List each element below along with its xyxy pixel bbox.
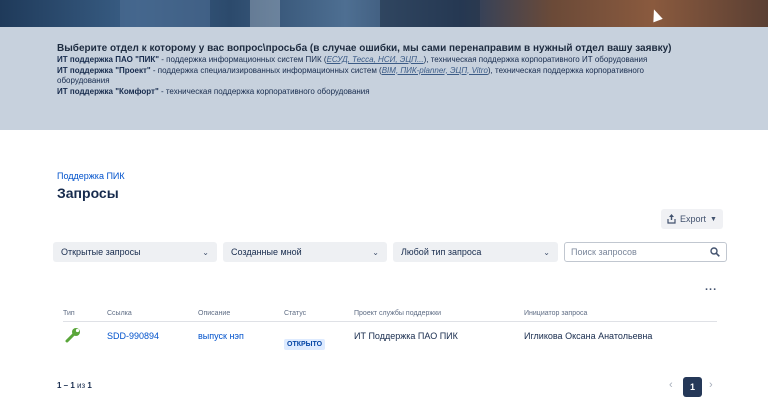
col-status: Статус (284, 310, 307, 317)
table-header: Тип Ссылка Описание Статус Проект службы… (63, 307, 717, 322)
creator-filter-value: Созданные мной (231, 247, 302, 257)
page-title: Запросы (57, 185, 119, 201)
search-input[interactable]: Поиск запросов (564, 242, 727, 262)
info-line-pik: ИТ поддержка ПАО "ПИК" - поддержка инфор… (57, 55, 648, 64)
creator-filter-select[interactable]: Созданные мной ⌄ (223, 242, 387, 262)
chevron-left-icon[interactable]: ‹ (669, 379, 673, 391)
info-line-comfort: ИТ поддержка "Комфорт" - техническая под… (57, 86, 370, 96)
request-description[interactable]: выпуск нэп (198, 331, 244, 341)
request-link[interactable]: SDD-990894 (107, 331, 159, 341)
col-initiator[interactable]: Инициатор запроса (524, 310, 587, 317)
type-filter-value: Любой тип запроса (401, 247, 482, 257)
search-placeholder: Поиск запросов (571, 247, 637, 257)
chevron-down-icon: ▼ (710, 215, 717, 223)
search-icon (710, 247, 720, 257)
col-type: Тип (63, 310, 75, 317)
col-ref[interactable]: Ссылка (107, 310, 132, 317)
status-filter-select[interactable]: Открытые запросы ⌄ (53, 242, 217, 262)
department-info-panel: Выберите отдел к которому у вас вопрос\п… (0, 27, 768, 130)
breadcrumb[interactable]: Поддержка ПИК (57, 171, 125, 181)
col-project: Проект службы поддержки (354, 310, 442, 317)
type-filter-select[interactable]: Любой тип запроса ⌄ (393, 242, 558, 262)
pagination-summary: 1 – 1 из 1 (57, 381, 92, 390)
info-line-project: ИТ поддержка "Проект" - поддержка специа… (57, 65, 645, 86)
export-button[interactable]: Export ▼ (661, 209, 723, 229)
page-button-current[interactable]: 1 (683, 377, 702, 397)
project-cell: ИТ Поддержка ПАО ПИК (354, 331, 458, 341)
more-options-button[interactable]: ... (705, 281, 717, 293)
chevron-right-icon[interactable]: › (709, 379, 713, 391)
table-row[interactable]: SDD-990894 выпуск нэп ОТКРЫТО ИТ Поддерж… (63, 322, 717, 350)
wrench-icon (65, 328, 80, 343)
chevron-down-icon: ⌄ (543, 247, 550, 257)
status-filter-value: Открытые запросы (61, 247, 141, 257)
chevron-down-icon: ⌄ (202, 247, 209, 257)
info-link-project[interactable]: BIM, ПИК-planner, ЭЦП, Vitro (382, 66, 488, 75)
export-label: Export (680, 214, 707, 224)
share-icon (667, 214, 676, 224)
col-desc: Описание (198, 310, 231, 317)
chevron-down-icon: ⌄ (372, 247, 379, 257)
info-heading: Выберите отдел к которому у вас вопрос\п… (57, 43, 672, 54)
initiator-cell: Игликова Оксана Анатольевна (524, 331, 653, 341)
info-link-pik[interactable]: ЕСУД, Тесса, НСИ, ЭЦП... (327, 55, 424, 64)
